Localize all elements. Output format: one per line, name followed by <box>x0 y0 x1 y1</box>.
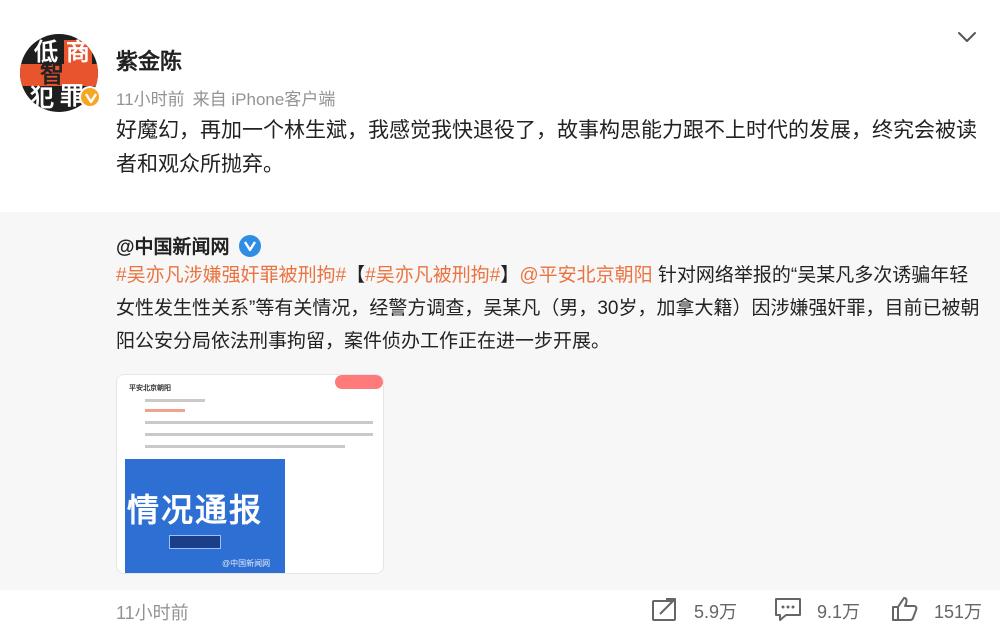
chevron-down-icon[interactable] <box>955 27 979 47</box>
text-fragment: 】 <box>500 265 520 286</box>
thumbnail-account: 平安北京朝阳 <box>129 385 171 392</box>
repost-image[interactable]: 平安北京朝阳 情况通报 @中国新闻网 <box>116 374 384 574</box>
repost-card[interactable]: @中国新闻网 #吴亦凡涉嫌强奸罪被刑拘#【#吴亦凡被刑拘#】@平安北京朝阳 针对… <box>0 212 1000 590</box>
thumbnail-pill <box>169 535 221 549</box>
comment-icon <box>775 598 801 621</box>
hashtag-link[interactable]: #吴亦凡被刑拘# <box>365 265 500 286</box>
comment-count: 9.1万 <box>817 602 861 622</box>
mention-link[interactable]: @平安北京朝阳 <box>519 265 652 286</box>
like-icon <box>892 597 918 621</box>
hashtag-link[interactable]: #吴亦凡涉嫌强奸罪被刑拘# <box>116 265 346 286</box>
thumbnail-watermark: @中国新闻网 <box>222 559 271 568</box>
text-fragment: 【 <box>346 265 366 286</box>
post-source: 来自 iPhone客户端 <box>192 90 336 109</box>
post-text: 好魔幻，再加一个林生斌，我感觉我快退役了，故事构思能力跟不上时代的发展，终究会被… <box>116 119 977 176</box>
thumbnail-text-line <box>145 409 185 412</box>
footer-time: 11小时前 <box>116 603 189 623</box>
repost-count: 5.9万 <box>694 602 738 622</box>
post-meta: 11小时前 来自 iPhone客户端 <box>116 85 343 110</box>
like-count: 151万 <box>934 602 983 622</box>
repost-icon <box>652 598 676 621</box>
verified-badge-icon <box>79 86 101 108</box>
thumbnail-text-line <box>145 421 373 424</box>
thumbnail-banner-text: 情况通报 <box>127 491 264 529</box>
thumbnail-text-line <box>145 399 205 402</box>
thumbnail-text-line <box>145 445 345 448</box>
avatar-char: 商 <box>64 38 92 66</box>
verified-badge-icon <box>239 235 261 257</box>
thumbnail-sticker <box>335 375 383 389</box>
repost-text: #吴亦凡涉嫌强奸罪被刑拘#【#吴亦凡被刑拘#】@平安北京朝阳 针对网络举报的“吴… <box>116 259 986 358</box>
repost-author[interactable]: @中国新闻网 <box>116 232 230 259</box>
avatar-char: 犯 <box>30 84 54 112</box>
author-name[interactable]: 紫金陈 <box>116 44 182 76</box>
weibo-post: 低 商 智 犯 罪 紫金陈 11小时前 来自 iPhone客户端 好魔幻，再加一个… <box>0 0 1000 641</box>
post-time[interactable]: 11小时前 <box>116 90 185 109</box>
thumbnail-text-line <box>145 433 373 436</box>
